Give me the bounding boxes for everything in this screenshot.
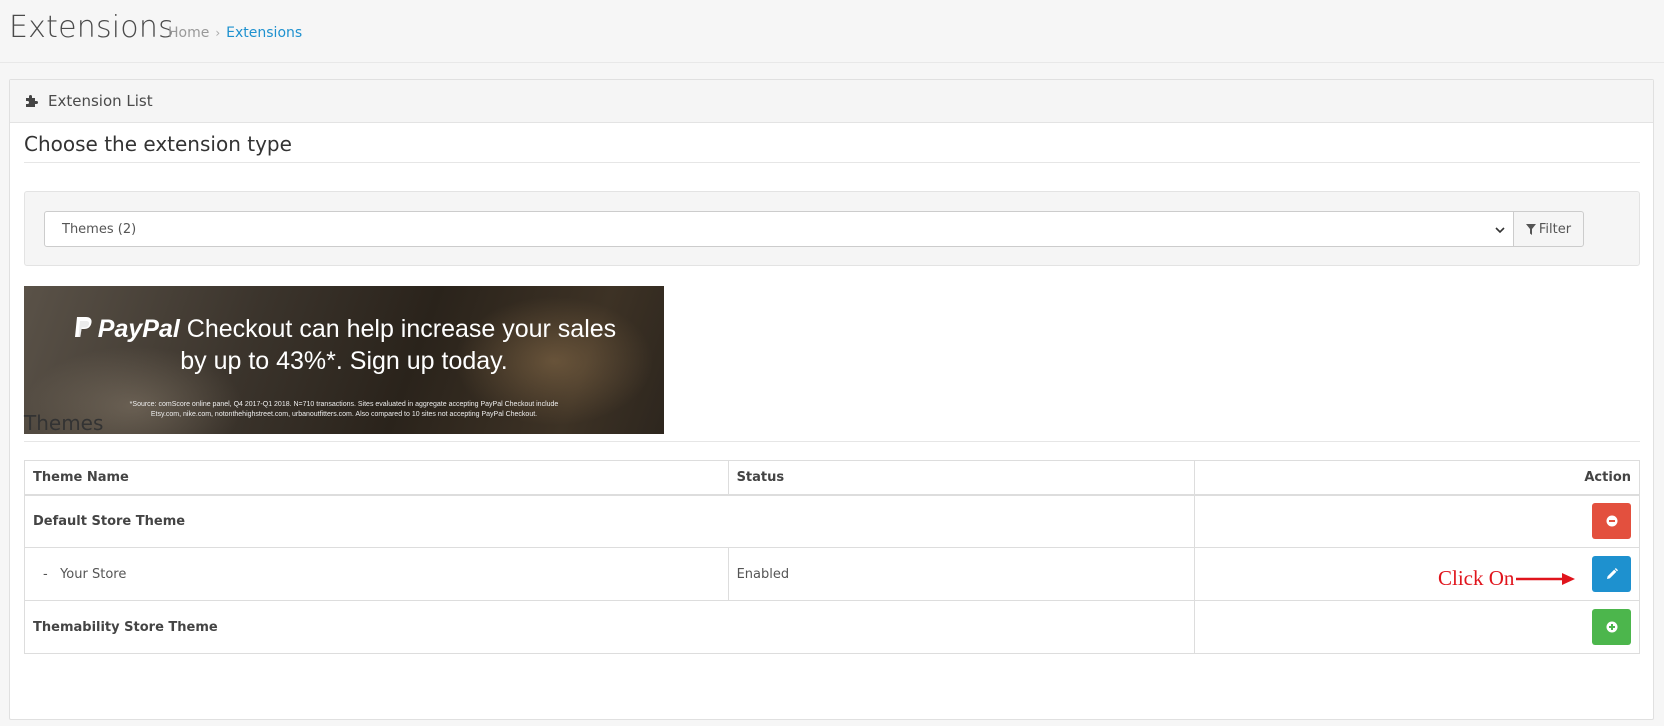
themes-heading: Themes xyxy=(24,411,104,435)
banner-fineprint-line2: Etsy.com, nike.com, notonthehighstreet.c… xyxy=(150,411,538,418)
click-on-annotation: Click On xyxy=(1438,566,1576,591)
banner-headline-line1: Checkout can help increase your sales xyxy=(186,315,617,343)
paypal-logo-icon xyxy=(74,317,92,337)
action-cell xyxy=(1194,494,1640,548)
table-header-row: Theme Name Status Action xyxy=(24,460,1640,496)
puzzle-icon xyxy=(26,95,38,107)
install-button[interactable] xyxy=(1592,609,1631,645)
column-header-status: Status xyxy=(727,460,1196,496)
divider xyxy=(24,441,1640,442)
store-status: Enabled xyxy=(727,547,1196,601)
pencil-icon xyxy=(1606,568,1618,579)
breadcrumb-separator-icon: › xyxy=(215,26,221,40)
table-row: Themability Store Theme xyxy=(23,600,1640,654)
minus-circle-icon xyxy=(1606,515,1617,527)
banner-fineprint: *Source: comScore online panel, Q4 2017-… xyxy=(94,400,594,420)
arrow-right-icon xyxy=(1516,572,1576,585)
chevron-down-icon xyxy=(1495,227,1505,234)
extension-type-select[interactable]: Themes (2) xyxy=(44,211,1514,247)
breadcrumb-extensions[interactable]: Extensions xyxy=(226,25,302,41)
table-row: - Your Store Enabled xyxy=(24,547,1640,601)
page-header: Extensions Home › Extensions xyxy=(0,0,1664,63)
paypal-banner[interactable]: PayPal Checkout can help increase your s… xyxy=(24,286,664,434)
action-cell xyxy=(1194,600,1640,654)
annotation-text: Click On xyxy=(1438,566,1515,590)
column-header-theme-name: Theme Name xyxy=(24,460,729,496)
uninstall-button[interactable] xyxy=(1592,503,1631,540)
breadcrumb: Home › Extensions xyxy=(168,25,302,41)
banner-fineprint-line1: *Source: comScore online panel, Q4 2017-… xyxy=(129,401,559,408)
edit-button[interactable] xyxy=(1592,556,1631,592)
filter-button[interactable]: Filter xyxy=(1513,211,1584,247)
column-header-action: Action xyxy=(1194,460,1640,496)
banner-brand: PayPal xyxy=(97,315,180,343)
extension-list-panel: Extension List Choose the extension type… xyxy=(9,79,1654,720)
breadcrumb-home[interactable]: Home xyxy=(168,25,209,41)
themes-table: Theme Name Status Action Default Store T… xyxy=(23,460,1640,654)
panel-title: Extension List xyxy=(48,92,153,110)
panel-heading: Extension List xyxy=(10,80,1653,123)
theme-name: Themability Store Theme xyxy=(23,600,1196,654)
banner-headline: PayPal Checkout can help increase your s… xyxy=(24,313,664,377)
divider xyxy=(24,162,1640,163)
extension-type-value: Themes (2) xyxy=(62,221,137,237)
table-row: Default Store Theme xyxy=(23,494,1640,548)
filter-icon xyxy=(1525,223,1536,235)
filter-well: Themes (2) Filter xyxy=(24,191,1640,266)
theme-name: Default Store Theme xyxy=(23,494,1196,548)
store-name: - Your Store xyxy=(24,547,729,601)
plus-circle-icon xyxy=(1606,621,1617,633)
choose-type-heading: Choose the extension type xyxy=(24,132,292,156)
filter-label: Filter xyxy=(1538,221,1572,237)
banner-headline-line2: by up to 43%*. Sign up today. xyxy=(180,347,508,375)
page-title: Extensions xyxy=(9,10,174,45)
